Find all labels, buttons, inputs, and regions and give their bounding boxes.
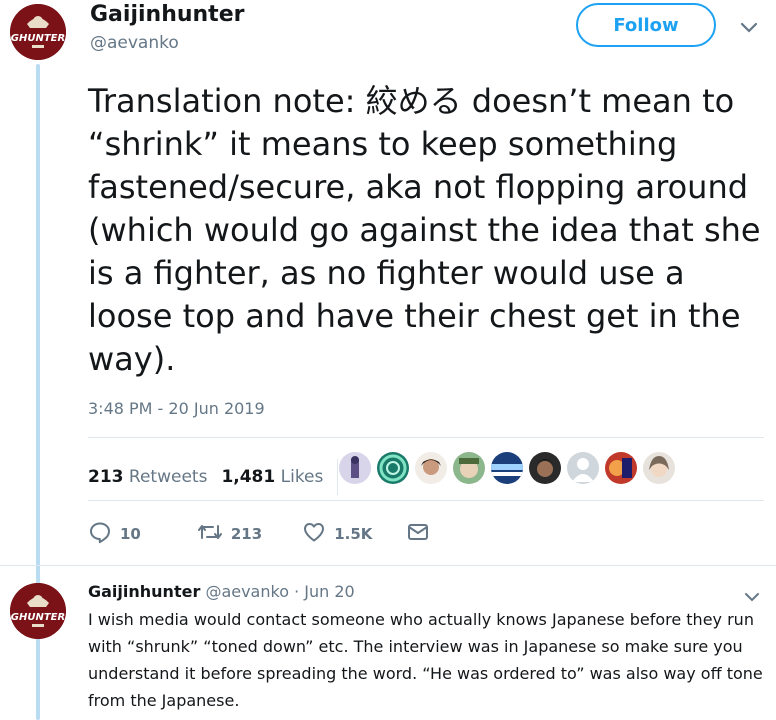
retweets-stat[interactable]: 213 Retweets	[88, 467, 207, 487]
avatar-logo-text: GHUNTER	[11, 33, 65, 44]
reply-text: I wish media would contact someone who a…	[88, 610, 763, 710]
like-action[interactable]: 1.5K	[302, 520, 372, 548]
author-handle[interactable]: @aevanko	[90, 33, 179, 53]
retweet-action[interactable]: 213	[197, 520, 262, 548]
reply-chevron-down-icon[interactable]	[744, 588, 760, 607]
avatar-logo-text: GHUNTER	[11, 612, 65, 623]
reply-count: 10	[120, 525, 141, 543]
liker-avatar[interactable]	[339, 452, 371, 484]
liker-avatar[interactable]	[529, 452, 561, 484]
retweet-action-count: 213	[230, 525, 263, 543]
envelope-icon	[406, 520, 430, 548]
reply-header: Gaijinhunter @aevanko · Jun 20	[88, 582, 355, 601]
reply-date[interactable]: Jun 20	[304, 582, 354, 601]
tweet-actions: 10 213 1.5K	[88, 520, 430, 548]
author-name[interactable]: Gaijinhunter	[90, 2, 244, 27]
retweet-icon	[197, 520, 223, 548]
reply-author-name[interactable]: Gaijinhunter	[88, 582, 200, 601]
avatar[interactable]: GHUNTER	[10, 4, 66, 60]
retweet-label: Retweets	[128, 467, 208, 487]
reply-dot-separator: ·	[294, 582, 300, 601]
retweet-count: 213	[88, 467, 124, 487]
reply-avatar[interactable]: GHUNTER	[10, 583, 66, 639]
liker-avatar[interactable]	[453, 452, 485, 484]
engagement-stats: 213 Retweets 1,481 Likes	[88, 459, 339, 495]
liker-avatar[interactable]	[643, 452, 675, 484]
liker-avatar[interactable]	[567, 452, 599, 484]
direct-message-action[interactable]	[406, 520, 430, 548]
reply-author-handle[interactable]: @aevanko	[205, 582, 289, 601]
liker-avatar[interactable]	[605, 452, 637, 484]
divider	[0, 565, 776, 566]
likes-stat[interactable]: 1,481 Likes	[221, 467, 323, 487]
follow-button[interactable]: Follow	[576, 3, 716, 47]
divider	[88, 500, 764, 501]
reply-action[interactable]: 10	[88, 520, 141, 548]
tweet-text: Translation note: 絞める doesn’t mean to “s…	[88, 82, 761, 378]
divider	[88, 437, 764, 438]
like-action-count: 1.5K	[334, 525, 373, 543]
like-count: 1,481	[221, 467, 276, 487]
liker-avatar[interactable]	[415, 452, 447, 484]
reply-icon	[88, 520, 112, 548]
chevron-down-icon[interactable]	[740, 19, 758, 38]
liker-avatar[interactable]	[491, 452, 523, 484]
liker-avatar[interactable]	[377, 452, 409, 484]
heart-icon	[302, 520, 326, 548]
like-label: Likes	[280, 467, 324, 487]
tweet-timestamp[interactable]: 3:48 PM - 20 Jun 2019	[88, 399, 265, 418]
liker-avatars	[339, 452, 675, 484]
